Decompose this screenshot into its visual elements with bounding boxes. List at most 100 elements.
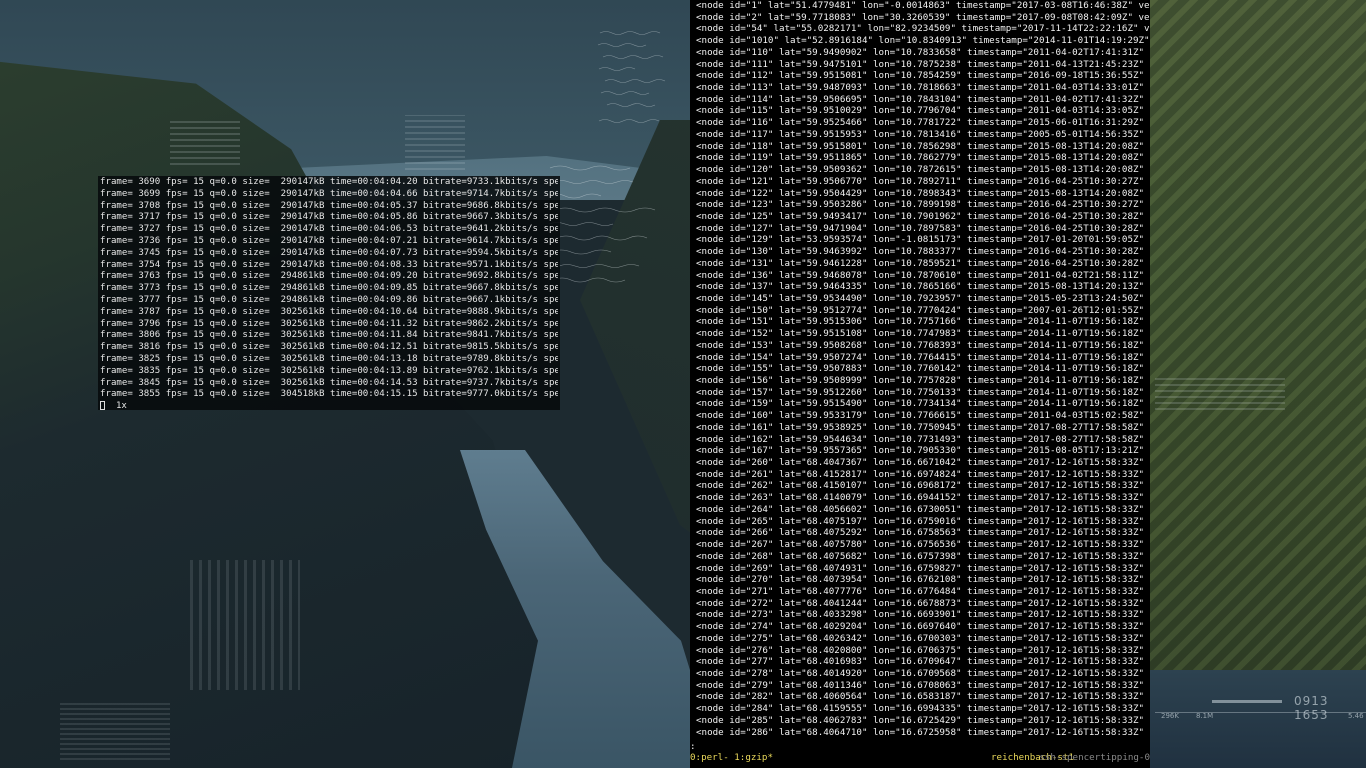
osm-node-line: <node id="121" lat="59.9506770" lon="10.… [696, 175, 1150, 187]
osm-node-line: <node id="278" lat="68.4014920" lon="16.… [696, 667, 1150, 679]
hud-mem-label: 296K [1161, 712, 1179, 720]
osm-node-line: <node id="130" lat="59.9463992" lon="10.… [696, 246, 1150, 258]
tmux-terminal-window[interactable]: <node id="1" lat="51.4779481" lon="-0.00… [690, 0, 1150, 768]
osm-node-line: <node id="129" lat="53.9593574" lon="-1.… [696, 234, 1150, 246]
osm-node-line: <node id="161" lat="59.9538925" lon="10.… [696, 421, 1150, 433]
osm-node-line: <node id="159" lat="59.9515490" lon="10.… [696, 398, 1150, 410]
osm-node-line: <node id="150" lat="59.9512774" lon="10.… [696, 304, 1150, 316]
osm-node-line: <node id="113" lat="59.9487093" lon="10.… [696, 82, 1150, 94]
hud-value-label: 8.1M [1196, 712, 1214, 720]
ffmpeg-progress-line: frame= 3763 fps= 15 q=0.0 size= 294861kB… [100, 271, 558, 282]
osm-node-line: <node id="2" lat="59.7718083" lon="30.32… [696, 11, 1150, 23]
osm-node-line: <node id="125" lat="59.9493417" lon="10.… [696, 210, 1150, 222]
wallpaper-glyph-block [60, 700, 170, 760]
ffmpeg-speed-suffix: 1x [105, 401, 127, 412]
ffmpeg-progress-line: frame= 3835 fps= 15 q=0.0 size= 302561kB… [100, 365, 558, 376]
osm-node-line: <node id="269" lat="68.4074931" lon="16.… [696, 562, 1150, 574]
ffmpeg-progress-line: frame= 3690 fps= 15 q=0.0 size= 290147kB… [100, 177, 558, 187]
wallpaper-glyph-block [190, 560, 300, 690]
osm-node-line: <node id="1" lat="51.4779481" lon="-0.00… [696, 0, 1150, 11]
ffmpeg-progress-line: frame= 3855 fps= 15 q=0.0 size= 304518kB… [100, 389, 558, 400]
ffmpeg-progress-line: frame= 3727 fps= 15 q=0.0 size= 290147kB… [100, 224, 558, 235]
osm-node-line: <node id="157" lat="59.9512260" lon="10.… [696, 386, 1150, 398]
tmux-window-list[interactable]: 0:perl- 1:gzip* [690, 751, 773, 764]
osm-node-line: <node id="162" lat="59.9544634" lon="10.… [696, 433, 1150, 445]
osm-node-line: <node id="123" lat="59.9503286" lon="10.… [696, 199, 1150, 211]
osm-node-line: <node id="136" lat="59.9468078" lon="10.… [696, 269, 1150, 281]
osm-node-line: <node id="268" lat="68.4075682" lon="16.… [696, 550, 1150, 562]
osm-node-line: <node id="1010" lat="52.8916184" lon="10… [696, 35, 1150, 47]
osm-node-line: <node id="282" lat="68.4060564" lon="16.… [696, 691, 1150, 703]
osm-node-line: <node id="270" lat="68.4073954" lon="16.… [696, 574, 1150, 586]
osm-node-line: <node id="153" lat="59.9508268" lon="10.… [696, 339, 1150, 351]
tmux-session-name: ssh-spencertipping-0 [1039, 752, 1150, 763]
ffmpeg-progress-line: frame= 3777 fps= 15 q=0.0 size= 294861kB… [100, 294, 558, 305]
osm-node-line: <node id="115" lat="59.9510029" lon="10.… [696, 105, 1150, 117]
ffmpeg-progress-line: frame= 3816 fps= 15 q=0.0 size= 302561kB… [100, 342, 558, 353]
hud-progress-bar [1212, 700, 1282, 703]
osm-node-line: <node id="120" lat="59.9509362" lon="10.… [696, 164, 1150, 176]
osm-node-line: <node id="167" lat="59.9557365" lon="10.… [696, 445, 1150, 457]
ffmpeg-progress-line: frame= 3745 fps= 15 q=0.0 size= 290147kB… [100, 247, 558, 258]
wallpaper-glyph-block [405, 115, 465, 170]
ffmpeg-progress-line: frame= 3825 fps= 15 q=0.0 size= 302561kB… [100, 353, 558, 364]
osm-node-line: <node id="131" lat="59.9461228" lon="10.… [696, 257, 1150, 269]
osm-node-line: <node id="155" lat="59.9507883" lon="10.… [696, 363, 1150, 375]
ffmpeg-progress-line: frame= 3845 fps= 15 q=0.0 size= 302561kB… [100, 377, 558, 388]
osm-node-line: <node id="262" lat="68.4150107" lon="16.… [696, 480, 1150, 492]
osm-node-line: <node id="275" lat="68.4026342" lon="16.… [696, 632, 1150, 644]
osm-node-line: <node id="261" lat="68.4152817" lon="16.… [696, 468, 1150, 480]
osm-node-line: <node id="276" lat="68.4020800" lon="16.… [696, 644, 1150, 656]
ffmpeg-progress-line: frame= 3736 fps= 15 q=0.0 size= 290147kB… [100, 235, 558, 246]
ffmpeg-progress-line: frame= 3806 fps= 15 q=0.0 size= 302561kB… [100, 330, 558, 341]
osm-node-line: <node id="118" lat="59.9515801" lon="10.… [696, 140, 1150, 152]
osm-node-line: <node id="119" lat="59.9511865" lon="10.… [696, 152, 1150, 164]
osm-node-line: <node id="267" lat="68.4075780" lon="16.… [696, 539, 1150, 551]
osm-node-line: <node id="114" lat="59.9506695" lon="10.… [696, 93, 1150, 105]
osm-node-line: <node id="151" lat="59.9515306" lon="10.… [696, 316, 1150, 328]
ffmpeg-terminal-window[interactable]: frame= 3690 fps= 15 q=0.0 size= 290147kB… [98, 176, 560, 413]
osm-node-line: <node id="156" lat="59.9508999" lon="10.… [696, 375, 1150, 386]
osm-node-line: <node id="152" lat="59.9515108" lon="10.… [696, 328, 1150, 340]
osm-node-line: <node id="274" lat="68.4029204" lon="16.… [696, 621, 1150, 633]
ffmpeg-progress-line: frame= 3796 fps= 15 q=0.0 size= 302561kB… [100, 318, 558, 329]
osm-node-line: <node id="111" lat="59.9475101" lon="10.… [696, 58, 1150, 70]
ffmpeg-progress-line: frame= 3773 fps= 15 q=0.0 size= 294861kB… [100, 283, 558, 294]
wallpaper-glyph-block [1155, 375, 1285, 410]
handwriting-overlay-top [597, 31, 666, 123]
osm-node-line: <node id="284" lat="68.4159555" lon="16.… [696, 703, 1150, 715]
osm-node-line: <node id="154" lat="59.9507274" lon="10.… [696, 351, 1150, 363]
osm-node-line: <node id="110" lat="59.9490902" lon="10.… [696, 46, 1150, 58]
osm-node-line: <node id="286" lat="68.4064710" lon="16.… [696, 726, 1150, 738]
ffmpeg-status-line: 1x [100, 401, 558, 413]
osm-node-line: <node id="116" lat="59.9525466" lon="10.… [696, 117, 1150, 129]
osm-node-line: <node id="145" lat="59.9534490" lon="10.… [696, 292, 1150, 304]
wallpaper-glyph-block [170, 120, 240, 165]
osm-node-line: <node id="266" lat="68.4075292" lon="16.… [696, 527, 1150, 539]
osm-node-line: <node id="263" lat="68.4140079" lon="16.… [696, 492, 1150, 504]
osm-node-line: <node id="279" lat="68.4011346" lon="16.… [696, 679, 1150, 691]
osm-node-line: <node id="117" lat="59.9515953" lon="10.… [696, 128, 1150, 140]
osm-node-line: <node id="277" lat="68.4016983" lon="16.… [696, 656, 1150, 668]
tmux-status-bar: 0:perl- 1:gzip* reichenbach-st1 ssh-spen… [690, 751, 1150, 764]
osm-node-line: <node id="122" lat="59.9504429" lon="10.… [696, 187, 1150, 199]
ffmpeg-progress-line: frame= 3708 fps= 15 q=0.0 size= 290147kB… [100, 200, 558, 211]
osm-node-line: <node id="285" lat="68.4062783" lon="16.… [696, 714, 1150, 726]
osm-node-line: <node id="54" lat="55.0282171" lon="82.9… [696, 23, 1150, 35]
ffmpeg-progress-line: frame= 3754 fps= 15 q=0.0 size= 290147kB… [100, 259, 558, 270]
osm-node-line: <node id="272" lat="68.4041244" lon="16.… [696, 597, 1150, 609]
osm-node-line: <node id="273" lat="68.4033298" lon="16.… [696, 609, 1150, 621]
osm-node-line: <node id="264" lat="68.4056602" lon="16.… [696, 503, 1150, 515]
ffmpeg-progress-line: frame= 3787 fps= 15 q=0.0 size= 302561kB… [100, 306, 558, 317]
osm-node-line: <node id="271" lat="68.4077776" lon="16.… [696, 585, 1150, 597]
ffmpeg-output: frame= 3690 fps= 15 q=0.0 size= 290147kB… [100, 177, 558, 401]
osm-node-line: <node id="160" lat="59.9533179" lon="10.… [696, 410, 1150, 422]
osm-node-line: <node id="127" lat="59.9471904" lon="10.… [696, 222, 1150, 234]
ffmpeg-progress-line: frame= 3717 fps= 15 q=0.0 size= 290147kB… [100, 212, 558, 223]
hud-right-label: 5.46 [1348, 712, 1364, 720]
osm-node-line: <node id="112" lat="59.9515081" lon="10.… [696, 70, 1150, 82]
osm-node-line: <node id="137" lat="59.9464335" lon="10.… [696, 281, 1150, 293]
handwriting-overlay [546, 165, 656, 283]
osm-node-pager[interactable]: <node id="1" lat="51.4779481" lon="-0.00… [696, 0, 1150, 745]
osm-node-line: <node id="260" lat="68.4047367" lon="16.… [696, 457, 1150, 469]
